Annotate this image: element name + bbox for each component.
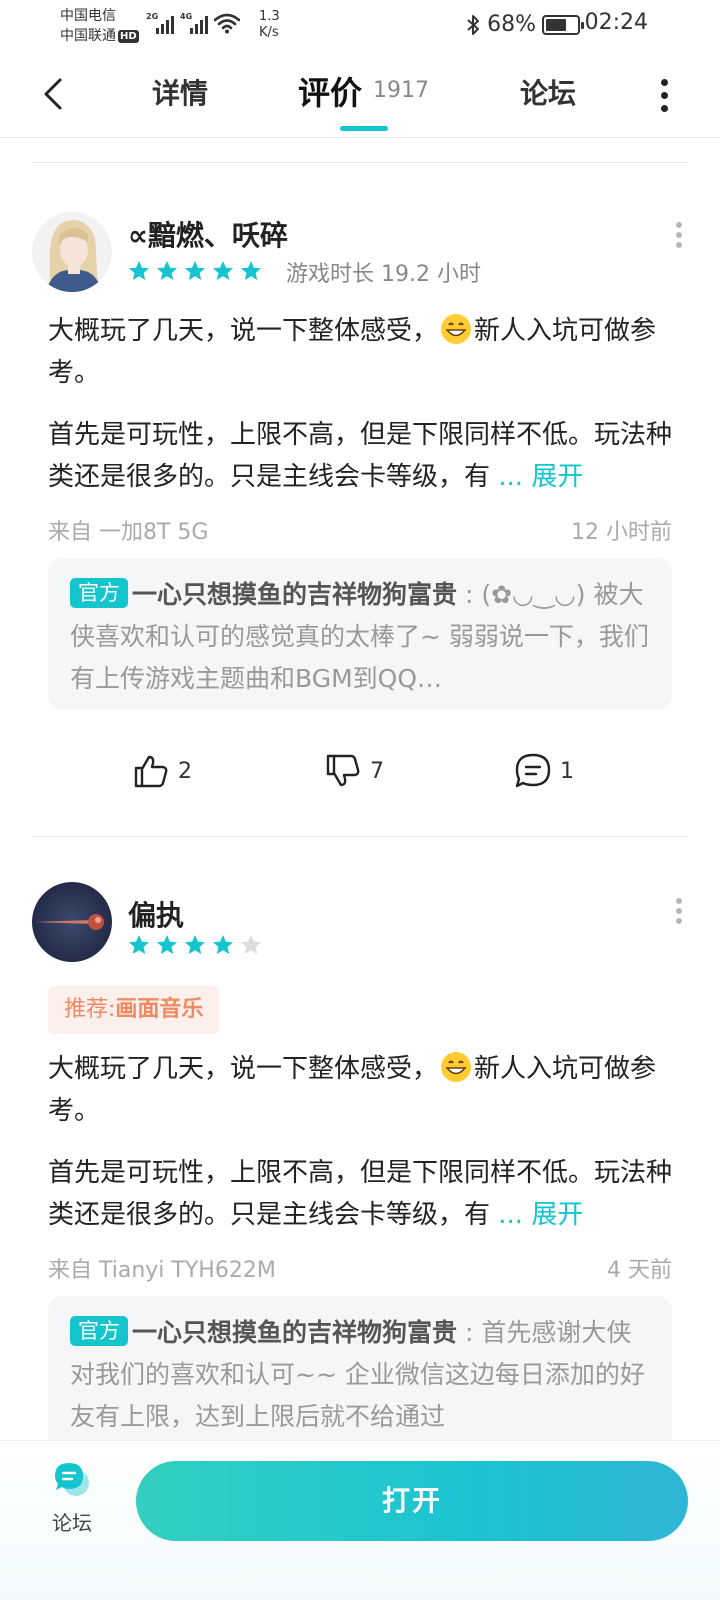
- status-bar: 中国电信 中国联通 HD 2G 4G 1.3 K/s 68% 02:24: [0, 0, 720, 52]
- forum-chat-icon: [55, 1463, 89, 1496]
- carrier-2: 中国联通: [60, 28, 116, 44]
- expand-link[interactable]: ... 展开: [498, 1200, 583, 1230]
- review-paragraph-2: 首先是可玩性，上限不高，但是下限同样不低。玩法种类还是很多的。只是主线会卡等级，…: [48, 420, 673, 492]
- battery-percent: 68%: [487, 12, 536, 37]
- review-source: 来自 一加8T 5G: [48, 520, 209, 545]
- review-paragraph-2: 首先是可玩性，上限不高，但是下限同样不低。玩法种类还是很多的。只是主线会卡等级，…: [48, 1158, 673, 1230]
- star-icon: [213, 261, 233, 280]
- avatar[interactable]: [32, 212, 112, 292]
- signal-4g-icon: 4G: [180, 12, 208, 34]
- signal-indicators: 2G 4G: [146, 12, 240, 34]
- star-icon: [157, 935, 177, 954]
- more-options-icon[interactable]: [658, 76, 670, 112]
- comment-button[interactable]: 1: [514, 752, 574, 790]
- carrier-1: 中国电信: [60, 8, 116, 24]
- review-actions: 2 7 1: [0, 752, 720, 802]
- active-tab-indicator: [340, 126, 388, 131]
- tab-reviews[interactable]: 评价: [298, 68, 362, 114]
- avatar[interactable]: [32, 882, 112, 962]
- divider: [32, 162, 688, 163]
- grinning-face-icon: [441, 314, 472, 344]
- forum-button[interactable]: 论坛: [44, 1459, 100, 1536]
- hd-badge: HD: [118, 29, 139, 43]
- star-icon: [157, 261, 177, 280]
- comment-icon: [515, 753, 551, 788]
- review-paragraph-1: 大概玩了几天，说一下整体感受， 新人入坑可做参考。: [48, 1048, 678, 1132]
- reply-author: 一心只想摸鱼的吉祥物狗富贵: [132, 580, 458, 609]
- star-icon: [129, 935, 149, 954]
- star-icon: [213, 935, 233, 954]
- username[interactable]: 偏执: [128, 894, 184, 934]
- review-time: 12 小时前: [571, 520, 672, 545]
- review-count: 1917: [373, 78, 429, 103]
- review-time: 4 天前: [607, 1258, 672, 1283]
- bluetooth-icon: [467, 14, 480, 35]
- divider: [32, 836, 688, 837]
- star-icon: [241, 935, 261, 954]
- username[interactable]: ∝黯燃、㕭碎: [128, 214, 288, 254]
- dislike-button[interactable]: 7: [324, 752, 384, 790]
- thumbs-up-icon: [134, 755, 168, 788]
- star-icon: [185, 935, 205, 954]
- review-more-icon[interactable]: [676, 898, 686, 928]
- thumbs-down-icon: [326, 754, 360, 787]
- official-badge: 官方: [70, 1316, 128, 1346]
- recommend-tag: 推荐:画面音乐: [48, 986, 220, 1034]
- rating-stars: [128, 260, 262, 282]
- status-time: 02:24: [584, 10, 648, 35]
- star-icon: [241, 261, 261, 280]
- network-speed: 1.3 K/s: [259, 9, 280, 40]
- official-badge: 官方: [70, 578, 128, 608]
- star-icon: [129, 261, 149, 280]
- star-icon: [185, 261, 205, 280]
- battery-icon: [542, 14, 584, 35]
- rating-stars: [128, 934, 262, 956]
- wifi-icon: [214, 13, 240, 34]
- official-reply[interactable]: 官方 一心只想摸鱼的吉祥物狗富贵 : 首先感谢大侠对我们的喜欢和认可~~ 企业微信…: [48, 1296, 672, 1456]
- tab-detail[interactable]: 详情: [152, 72, 208, 112]
- review-source: 来自 Tianyi TYH622M: [48, 1258, 276, 1283]
- review-paragraph-1: 大概玩了几天，说一下整体感受， 新人入坑可做参考。: [48, 310, 678, 394]
- forum-label: 论坛: [52, 1511, 92, 1535]
- bottom-bar: 论坛 打开: [0, 1440, 720, 1600]
- official-reply[interactable]: 官方 一心只想摸鱼的吉祥物狗富贵 : (✿◡‿◡) 被大侠喜欢和认可的感觉真的太棒…: [48, 558, 672, 710]
- tab-forum[interactable]: 论坛: [520, 72, 576, 112]
- grinning-face-icon: [441, 1052, 472, 1082]
- signal-2g-icon: 2G: [146, 12, 174, 34]
- playtime: 游戏时长 19.2 小时: [286, 262, 481, 287]
- reply-author: 一心只想摸鱼的吉祥物狗富贵: [132, 1318, 458, 1347]
- open-button[interactable]: 打开: [136, 1461, 688, 1541]
- back-arrow-icon[interactable]: [40, 72, 70, 116]
- carrier-info: 中国电信 中国联通 HD: [60, 6, 139, 46]
- top-nav: 详情 评价 1917 论坛: [0, 52, 720, 138]
- review-more-icon[interactable]: [676, 222, 686, 252]
- like-button[interactable]: 2: [132, 752, 192, 790]
- expand-link[interactable]: ... 展开: [498, 462, 583, 492]
